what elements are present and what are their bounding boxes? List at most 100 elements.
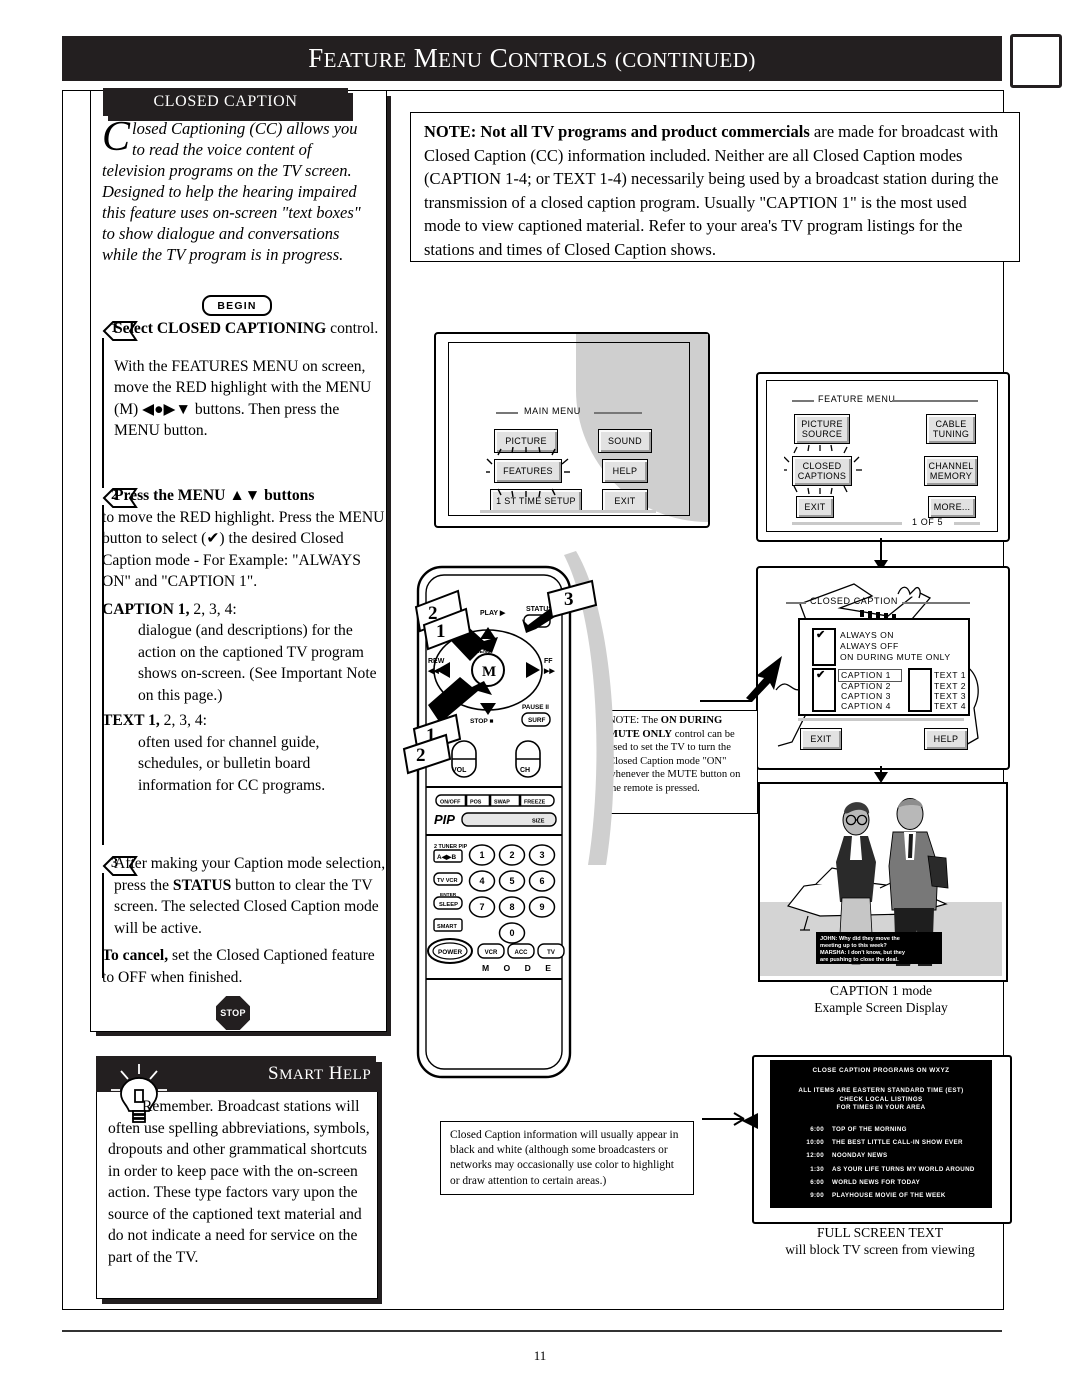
- svg-text:meeting up to this week?: meeting up to this week?: [820, 943, 887, 949]
- svg-text:MARSHA: I don't know, but they: MARSHA: I don't know, but they: [820, 950, 906, 956]
- svg-text:are pushing to close the deal.: are pushing to close the deal.: [820, 957, 899, 963]
- fst-sub-line-1: ALL ITEMS ARE EASTERN STANDARD TIME (EST…: [798, 1087, 964, 1094]
- manual-page: FEATURE MENU CONTROLS (CONTINUED) 11 CLO…: [0, 0, 1080, 1397]
- cc-settings-title: CLOSED CAPTION: [810, 596, 898, 606]
- intro-text: losed Captioning (CC) allows you to read…: [102, 119, 361, 264]
- channel-memory-line1: CHANNEL: [928, 461, 974, 471]
- svg-text:ACC: ACC: [515, 950, 529, 956]
- fst-title: TOP OF THE MORNING: [832, 1126, 907, 1133]
- cc-option-always-off[interactable]: ALWAYS OFF: [840, 641, 899, 651]
- svg-text:3: 3: [564, 589, 574, 610]
- fst-time: 1:30: [810, 1165, 824, 1173]
- svg-text:7: 7: [479, 902, 484, 912]
- cc-exit-label: EXIT: [810, 734, 832, 744]
- feature-menu-tv: FEATURE MENU PICTURE SOURCE CLOSED CAPTI…: [756, 372, 1010, 542]
- step-2-body: to move the RED highlight. Press the MEN…: [102, 508, 385, 591]
- page-header-bar: FEATURE MENU CONTROLS (CONTINUED): [62, 36, 1002, 81]
- svg-text:SMART: SMART: [437, 924, 457, 930]
- cc-text-checkbox-group[interactable]: [908, 668, 932, 712]
- fst-caption-line-1: FULL SCREEN TEXT: [816, 1225, 943, 1240]
- cc-help-button[interactable]: HELP: [924, 728, 968, 750]
- cc-option-text-2[interactable]: TEXT 2: [934, 681, 966, 691]
- caption-term-desc: dialogue (and descriptions) for the acti…: [138, 622, 377, 704]
- closed-caption-tab: CLOSED CAPTION: [103, 88, 348, 116]
- main-menu-sound-label: SOUND: [607, 436, 642, 446]
- svg-text:POS: POS: [470, 800, 482, 806]
- cancel-label: To cancel,: [102, 947, 169, 964]
- svg-text:SIZE: SIZE: [532, 819, 545, 825]
- svg-text:JOHN: Why did they move the: JOHN: Why did they move the: [820, 936, 900, 942]
- fst-time: 12:00: [806, 1152, 824, 1160]
- cc-exit-button[interactable]: EXIT: [800, 728, 842, 750]
- fst-time: 6:00: [810, 1126, 824, 1133]
- main-menu-sound-button[interactable]: SOUND: [598, 429, 652, 453]
- step-1-heading-rest: control.: [326, 320, 379, 337]
- svg-text:2: 2: [509, 850, 514, 860]
- main-menu-picture-label: PICTURE: [505, 436, 547, 446]
- example-screen-illustration: JOHN: Why did they move the meeting up t…: [760, 784, 1002, 976]
- list-item: 12:00 NOONDAY NEWS: [792, 1152, 992, 1159]
- feature-menu-picture-source-button[interactable]: PICTURE SOURCE: [794, 414, 850, 444]
- svg-text:A◀▶B: A◀▶B: [437, 854, 456, 861]
- cc-option-caption-1[interactable]: CAPTION 1: [841, 670, 891, 680]
- cc-pointer-line: [700, 700, 752, 702]
- svg-text:5: 5: [509, 876, 514, 886]
- begin-badge: BEGIN: [202, 295, 272, 316]
- cc-option-text-3[interactable]: TEXT 3: [934, 691, 966, 701]
- channel-memory-line2: MEMORY: [929, 471, 973, 481]
- feature-menu-more-button[interactable]: MORE...: [928, 496, 976, 518]
- cc-option-on-during-mute-only[interactable]: ON DURING MUTE ONLY: [840, 652, 951, 662]
- example-screen-caption: CAPTION 1 mode Example Screen Display: [756, 982, 1006, 1016]
- fst-subheader: ALL ITEMS ARE EASTERN STANDARD TIME (EST…: [770, 1087, 992, 1113]
- svg-text:SWAP: SWAP: [494, 800, 510, 806]
- cc-option-text-4[interactable]: TEXT 4: [934, 701, 966, 711]
- example-caption-line-2: Example Screen Display: [814, 1000, 948, 1015]
- svg-text:▶▶: ▶▶: [543, 668, 555, 675]
- fst-title: AS YOUR LIFE TURNS MY WORLD AROUND: [832, 1165, 975, 1173]
- header-corner-icon: [1010, 34, 1062, 88]
- text-term-desc: often used for channel guide, schedules,…: [138, 733, 326, 794]
- footer-rule: [62, 1330, 1002, 1332]
- cc-caption-checkmark: ✔: [816, 669, 826, 681]
- example-screen-frame: JOHN: Why did they move the meeting up t…: [758, 782, 1008, 982]
- svg-text:2: 2: [416, 745, 426, 766]
- text-term: TEXT 1,: [102, 712, 160, 729]
- intro-dropcap: C: [102, 114, 131, 160]
- feature-menu-cable-tuning-button[interactable]: CABLE TUNING: [926, 414, 976, 444]
- svg-text:ON/OFF: ON/OFF: [440, 800, 461, 806]
- svg-text:VCR: VCR: [485, 950, 498, 956]
- svg-text:REW: REW: [428, 658, 445, 665]
- svg-text:CH: CH: [520, 767, 530, 774]
- list-item: 6:00 WORLD NEWS FOR TODAY: [792, 1179, 992, 1186]
- svg-text:4: 4: [479, 876, 484, 886]
- cc-option-caption-3[interactable]: CAPTION 3: [841, 691, 891, 701]
- main-menu-help-button[interactable]: HELP: [602, 459, 648, 483]
- remote-control-diagram: PLAY ▶ STATUS M MENU REW ◀◀ FF ▶▶ STOP ■…: [400, 545, 635, 1085]
- cc-option-text-1[interactable]: TEXT 1: [934, 670, 966, 680]
- svg-text:1: 1: [479, 850, 484, 860]
- caption-term: CAPTION 1,: [102, 600, 190, 618]
- svg-text:SLEEP: SLEEP: [439, 902, 458, 908]
- closed-captions-highlight-sparkle: [784, 444, 862, 495]
- list-item: 10:00 THE BEST LITTLE CALL-IN SHOW EVER: [792, 1139, 992, 1146]
- svg-text:SURF: SURF: [528, 717, 545, 724]
- cc-mode-checkmark: ✔: [816, 629, 826, 641]
- svg-text:STOP ■: STOP ■: [470, 718, 494, 725]
- cc-option-caption-4[interactable]: CAPTION 4: [841, 701, 891, 711]
- step-1-rule: [102, 338, 104, 488]
- intro-paragraph: Closed Captioning (CC) allows you to rea…: [102, 114, 374, 265]
- status-button-ref: STATUS: [172, 876, 232, 894]
- feature-menu-channel-memory-button[interactable]: CHANNEL MEMORY: [924, 456, 978, 486]
- cc-option-always-on[interactable]: ALWAYS ON: [840, 630, 894, 640]
- feature-menu-more-label: MORE...: [933, 502, 971, 512]
- fst-time: 10:00: [806, 1139, 824, 1147]
- svg-text:◀◀: ◀◀: [427, 668, 439, 675]
- fst-listing-list: 6:00 TOP OF THE MORNING 10:00 THE BEST LIT…: [792, 1126, 992, 1205]
- svg-text:PLAY ▶: PLAY ▶: [480, 610, 506, 617]
- picture-source-line1: PICTURE: [801, 419, 843, 429]
- svg-text:TV VCR: TV VCR: [437, 878, 458, 884]
- svg-text:0: 0: [509, 928, 514, 938]
- fst-title: PLAYHOUSE MOVIE OF THE WEEK: [832, 1191, 946, 1199]
- svg-text:2 TUNER PIP: 2 TUNER PIP: [434, 844, 468, 850]
- cc-option-caption-2[interactable]: CAPTION 2: [841, 681, 891, 691]
